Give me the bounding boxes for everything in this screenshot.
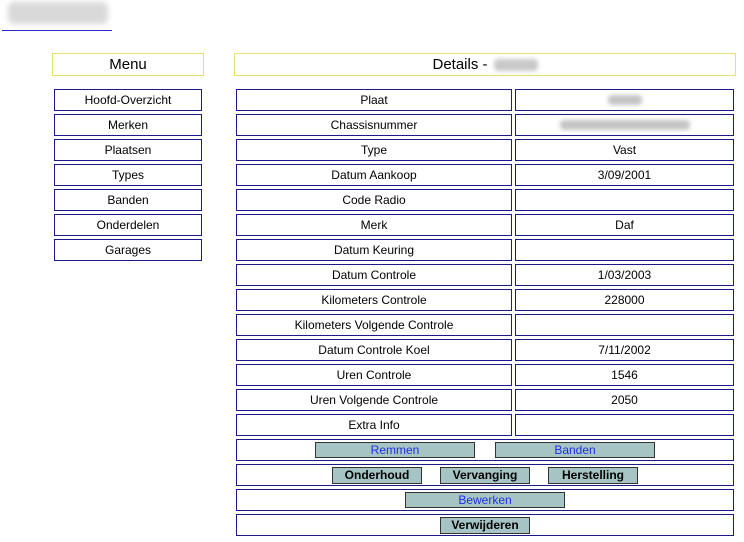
redacted-logo (8, 2, 108, 24)
menu-item-banden[interactable]: Banden (54, 189, 202, 211)
detail-label: Datum Controle (236, 264, 512, 286)
detail-row-type: Type Vast (236, 139, 734, 161)
detail-row-plaat: Plaat (236, 89, 734, 111)
detail-value (515, 189, 734, 211)
detail-value (515, 239, 734, 261)
action-row-delete: Verwijderen (236, 514, 734, 536)
menu-item-merken[interactable]: Merken (54, 114, 202, 136)
detail-row-kilometers-volgende-controle: Kilometers Volgende Controle (236, 314, 734, 336)
bewerken-button[interactable]: Bewerken (405, 492, 565, 508)
sidebar-menu: Hoofd-Overzicht Merken Plaatsen Types Ba… (54, 89, 202, 264)
remmen-button[interactable]: Remmen (315, 442, 475, 458)
detail-label: Plaat (236, 89, 512, 111)
detail-row-datum-controle: Datum Controle 1/03/2003 (236, 264, 734, 286)
detail-row-uren-volgende-controle: Uren Volgende Controle 2050 (236, 389, 734, 411)
action-row-maintenance: Onderhoud Vervanging Herstelling (236, 464, 734, 486)
detail-label: Uren Volgende Controle (236, 389, 512, 411)
onderhoud-button[interactable]: Onderhoud (332, 466, 422, 484)
herstelling-button[interactable]: Herstelling (548, 466, 638, 484)
detail-row-extra-info: Extra Info (236, 414, 734, 436)
detail-row-datum-controle-koel: Datum Controle Koel 7/11/2002 (236, 339, 734, 361)
detail-value: Vast (515, 139, 734, 161)
detail-label: Type (236, 139, 512, 161)
menu-item-types[interactable]: Types (54, 164, 202, 186)
menu-item-onderdelen[interactable]: Onderdelen (54, 214, 202, 236)
detail-value: 2050 (515, 389, 734, 411)
detail-value (515, 414, 734, 436)
redacted-plate (493, 58, 538, 71)
detail-value (515, 89, 734, 111)
detail-row-code-radio: Code Radio (236, 189, 734, 211)
detail-label: Uren Controle (236, 364, 512, 386)
details-table: Plaat Chassisnummer Type Vast Datum Aank… (236, 89, 734, 539)
menu-header: Menu (52, 53, 204, 76)
detail-label: Datum Controle Koel (236, 339, 512, 361)
redacted-value (559, 120, 690, 130)
menu-item-garages[interactable]: Garages (54, 239, 202, 261)
detail-row-chassisnummer: Chassisnummer (236, 114, 734, 136)
detail-label: Code Radio (236, 189, 512, 211)
detail-value: 3/09/2001 (515, 164, 734, 186)
detail-value: 7/11/2002 (515, 339, 734, 361)
detail-value: Daf (515, 214, 734, 236)
detail-row-kilometers-controle: Kilometers Controle 228000 (236, 289, 734, 311)
detail-value: 228000 (515, 289, 734, 311)
banden-button[interactable]: Banden (495, 442, 655, 458)
detail-row-datum-aankoop: Datum Aankoop 3/09/2001 (236, 164, 734, 186)
detail-value: 1/03/2003 (515, 264, 734, 286)
detail-label: Kilometers Volgende Controle (236, 314, 512, 336)
detail-label: Datum Keuring (236, 239, 512, 261)
menu-item-hoofd-overzicht[interactable]: Hoofd-Overzicht (54, 89, 202, 111)
detail-value (515, 114, 734, 136)
detail-label: Chassisnummer (236, 114, 512, 136)
detail-row-merk: Merk Daf (236, 214, 734, 236)
action-row-links: Remmen Banden (236, 439, 734, 461)
detail-value: 1546 (515, 364, 734, 386)
detail-label: Merk (236, 214, 512, 236)
detail-value (515, 314, 734, 336)
redacted-value (607, 95, 642, 105)
menu-item-plaatsen[interactable]: Plaatsen (54, 139, 202, 161)
details-title: Details - (432, 56, 488, 73)
menu-title: Menu (109, 56, 147, 73)
detail-row-datum-keuring: Datum Keuring (236, 239, 734, 261)
verwijderen-button[interactable]: Verwijderen (440, 516, 530, 534)
vervanging-button[interactable]: Vervanging (440, 466, 530, 484)
detail-row-uren-controle: Uren Controle 1546 (236, 364, 734, 386)
detail-label: Extra Info (236, 414, 512, 436)
action-row-edit: Bewerken (236, 489, 734, 511)
site-logo-link[interactable] (2, 0, 112, 31)
detail-label: Datum Aankoop (236, 164, 512, 186)
details-header: Details - (234, 53, 736, 76)
detail-label: Kilometers Controle (236, 289, 512, 311)
